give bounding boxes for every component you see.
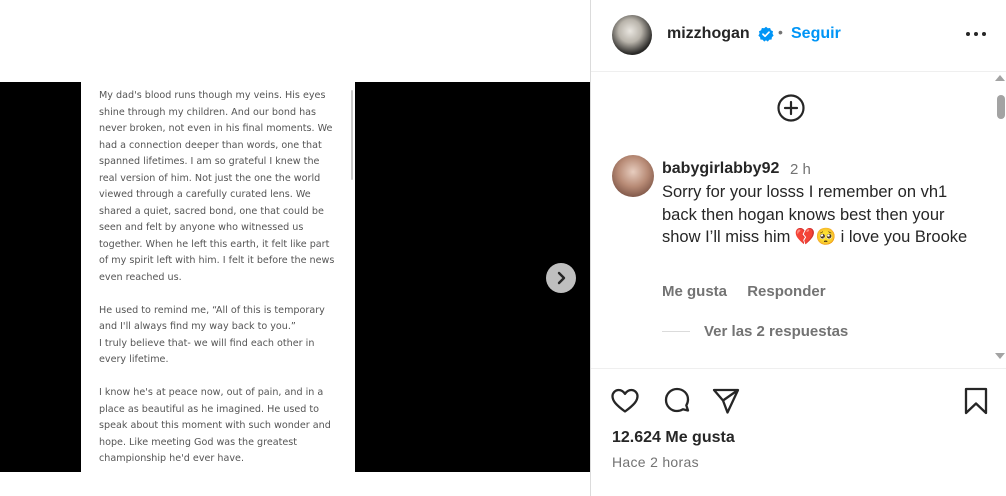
- post-actions-footer: 12.624 Me gusta Hace 2 horas: [591, 368, 1006, 496]
- comment-like-button[interactable]: Me gusta: [662, 283, 727, 300]
- commenter-avatar[interactable]: [612, 155, 654, 197]
- text-image-paragraph: I know he's at peace now, out of pain, a…: [99, 387, 331, 464]
- more-options-icon[interactable]: [961, 22, 991, 46]
- comment-timestamp[interactable]: 2 h: [790, 161, 811, 178]
- text-image-paragraph: My dad's blood runs though my veins. His…: [99, 90, 335, 283]
- post-media: My dad's blood runs though my veins. His…: [0, 0, 590, 496]
- text-image-scroll-indicator: [351, 90, 353, 180]
- scrollbar-thumb[interactable]: [997, 95, 1005, 119]
- comments-scrollbar[interactable]: [993, 72, 1006, 368]
- comment-username[interactable]: babygirlabby92: [662, 160, 779, 178]
- heart-icon[interactable]: [610, 386, 640, 416]
- text-image-paragraph: He used to remind me, “All of this is te…: [99, 304, 325, 333]
- next-slide-button[interactable]: [546, 263, 576, 293]
- comment-reply-button[interactable]: Responder: [747, 283, 825, 300]
- comment-actions: Me gusta Responder: [662, 283, 842, 300]
- replies-divider: [662, 331, 690, 332]
- author-avatar[interactable]: [612, 15, 652, 55]
- author-username[interactable]: mizzhogan: [667, 25, 750, 43]
- add-circle-icon[interactable]: [777, 94, 805, 122]
- comment-icon[interactable]: [662, 386, 692, 416]
- scroll-down-arrow-icon[interactable]: [995, 353, 1005, 359]
- text-image-paragraph: I truly believe that- we will find each …: [99, 337, 315, 366]
- bookmark-icon[interactable]: [961, 386, 991, 416]
- view-replies-button[interactable]: Ver las 2 respuestas: [704, 323, 848, 340]
- send-icon[interactable]: [711, 386, 741, 416]
- post-timestamp[interactable]: Hace 2 horas: [612, 454, 699, 470]
- post-header: mizzhogan • Seguir: [591, 0, 1006, 72]
- comments-section: babygirlabby92 2 h Sorry for your losss …: [591, 72, 1006, 368]
- text-image-content: My dad's blood runs though my veins. His…: [99, 88, 339, 468]
- verified-badge-icon: [758, 26, 774, 42]
- post-side-panel: mizzhogan • Seguir babygirlabby92 2 h So…: [590, 0, 1006, 496]
- header-separator: •: [778, 24, 783, 40]
- scroll-up-arrow-icon[interactable]: [995, 75, 1005, 81]
- text-image-slide: My dad's blood runs though my veins. His…: [81, 82, 355, 472]
- follow-button[interactable]: Seguir: [791, 25, 841, 43]
- chevron-right-icon: [557, 271, 566, 285]
- likes-count[interactable]: 12.624 Me gusta: [612, 429, 735, 447]
- comment-text: Sorry for your losss I remember on vh1 b…: [662, 183, 968, 246]
